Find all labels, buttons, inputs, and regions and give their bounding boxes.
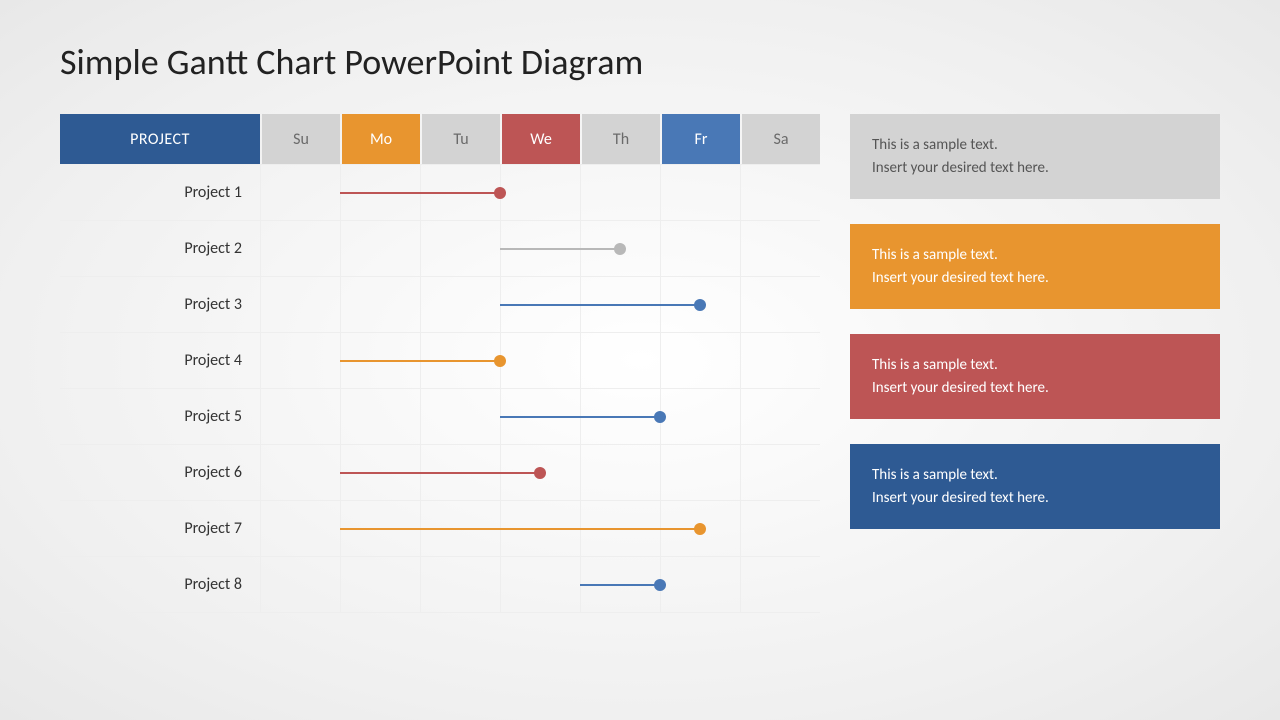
gantt-row: Project 8 bbox=[60, 557, 820, 613]
header-day-th: Th bbox=[582, 114, 660, 164]
header-day-we: We bbox=[502, 114, 580, 164]
gantt-bar bbox=[340, 360, 500, 362]
gantt-bar-end-dot bbox=[494, 355, 506, 367]
gantt-row: Project 4 bbox=[60, 333, 820, 389]
gantt-bar bbox=[340, 528, 700, 530]
header-day-sa: Sa bbox=[742, 114, 820, 164]
gantt-body: Project 1 Project 2 Project 3 Project 4 Proj… bbox=[60, 164, 820, 613]
content-row: PROJECT Su Mo Tu We Th Fr Sa Project 1Pr… bbox=[60, 114, 1220, 613]
gantt-bar-end-dot bbox=[654, 411, 666, 423]
gantt-row: Project 6 bbox=[60, 445, 820, 501]
gantt-row-label: Project 1 bbox=[60, 183, 260, 202]
gantt-row-label: Project 2 bbox=[60, 239, 260, 258]
gantt-row-track bbox=[260, 445, 820, 500]
gantt-row-track bbox=[260, 277, 820, 332]
legend-text: Insert your desired text here. bbox=[872, 487, 1198, 510]
gantt-bar bbox=[340, 472, 540, 474]
gantt-row-track bbox=[260, 557, 820, 612]
legend-box-blue: This is a sample text. Insert your desir… bbox=[850, 444, 1220, 529]
gantt-bar-end-dot bbox=[694, 299, 706, 311]
header-project: PROJECT bbox=[60, 114, 260, 164]
gantt-row-label: Project 6 bbox=[60, 463, 260, 482]
slide: Simple Gantt Chart PowerPoint Diagram PR… bbox=[0, 0, 1280, 720]
gantt-row: Project 2 bbox=[60, 221, 820, 277]
gantt-row-label: Project 3 bbox=[60, 295, 260, 314]
gantt-row-label: Project 7 bbox=[60, 519, 260, 538]
legend-box-orange: This is a sample text. Insert your desir… bbox=[850, 224, 1220, 309]
legend-text: This is a sample text. bbox=[872, 464, 1198, 487]
gantt-chart: PROJECT Su Mo Tu We Th Fr Sa Project 1Pr… bbox=[60, 114, 820, 613]
gantt-row-track bbox=[260, 333, 820, 388]
gantt-row-track bbox=[260, 165, 820, 220]
gantt-bar-end-dot bbox=[694, 523, 706, 535]
legend-text: This is a sample text. bbox=[872, 134, 1198, 157]
gantt-bar bbox=[340, 192, 500, 194]
gantt-bar-end-dot bbox=[534, 467, 546, 479]
gantt-row-label: Project 4 bbox=[60, 351, 260, 370]
header-day-mo: Mo bbox=[342, 114, 420, 164]
slide-title: Simple Gantt Chart PowerPoint Diagram bbox=[60, 40, 1220, 84]
gantt-row-track bbox=[260, 501, 820, 556]
gantt-row-label: Project 8 bbox=[60, 575, 260, 594]
header-day-tu: Tu bbox=[422, 114, 500, 164]
gantt-row: Project 1 bbox=[60, 165, 820, 221]
gantt-bar bbox=[500, 304, 700, 306]
legend-text: Insert your desired text here. bbox=[872, 377, 1198, 400]
legend-box-red: This is a sample text. Insert your desir… bbox=[850, 334, 1220, 419]
gantt-bar bbox=[500, 248, 620, 250]
legend-box-gray: This is a sample text. Insert your desir… bbox=[850, 114, 1220, 199]
gantt-row: Project 5 bbox=[60, 389, 820, 445]
gantt-bar-end-dot bbox=[494, 187, 506, 199]
legend-text: Insert your desired text here. bbox=[872, 157, 1198, 180]
gantt-row-label: Project 5 bbox=[60, 407, 260, 426]
header-day-fr: Fr bbox=[662, 114, 740, 164]
gantt-bar bbox=[500, 416, 660, 418]
legend-text: This is a sample text. bbox=[872, 354, 1198, 377]
gantt-bar-end-dot bbox=[614, 243, 626, 255]
gantt-header: PROJECT Su Mo Tu We Th Fr Sa bbox=[60, 114, 820, 164]
header-day-su: Su bbox=[262, 114, 340, 164]
gantt-row-track bbox=[260, 389, 820, 444]
gantt-row: Project 7 bbox=[60, 501, 820, 557]
gantt-bar-end-dot bbox=[654, 579, 666, 591]
legend-text: Insert your desired text here. bbox=[872, 267, 1198, 290]
gantt-row: Project 3 bbox=[60, 277, 820, 333]
gantt-row-track bbox=[260, 221, 820, 276]
gantt-bar bbox=[580, 584, 660, 586]
legend-text: This is a sample text. bbox=[872, 244, 1198, 267]
legend-column: This is a sample text. Insert your desir… bbox=[850, 114, 1220, 529]
